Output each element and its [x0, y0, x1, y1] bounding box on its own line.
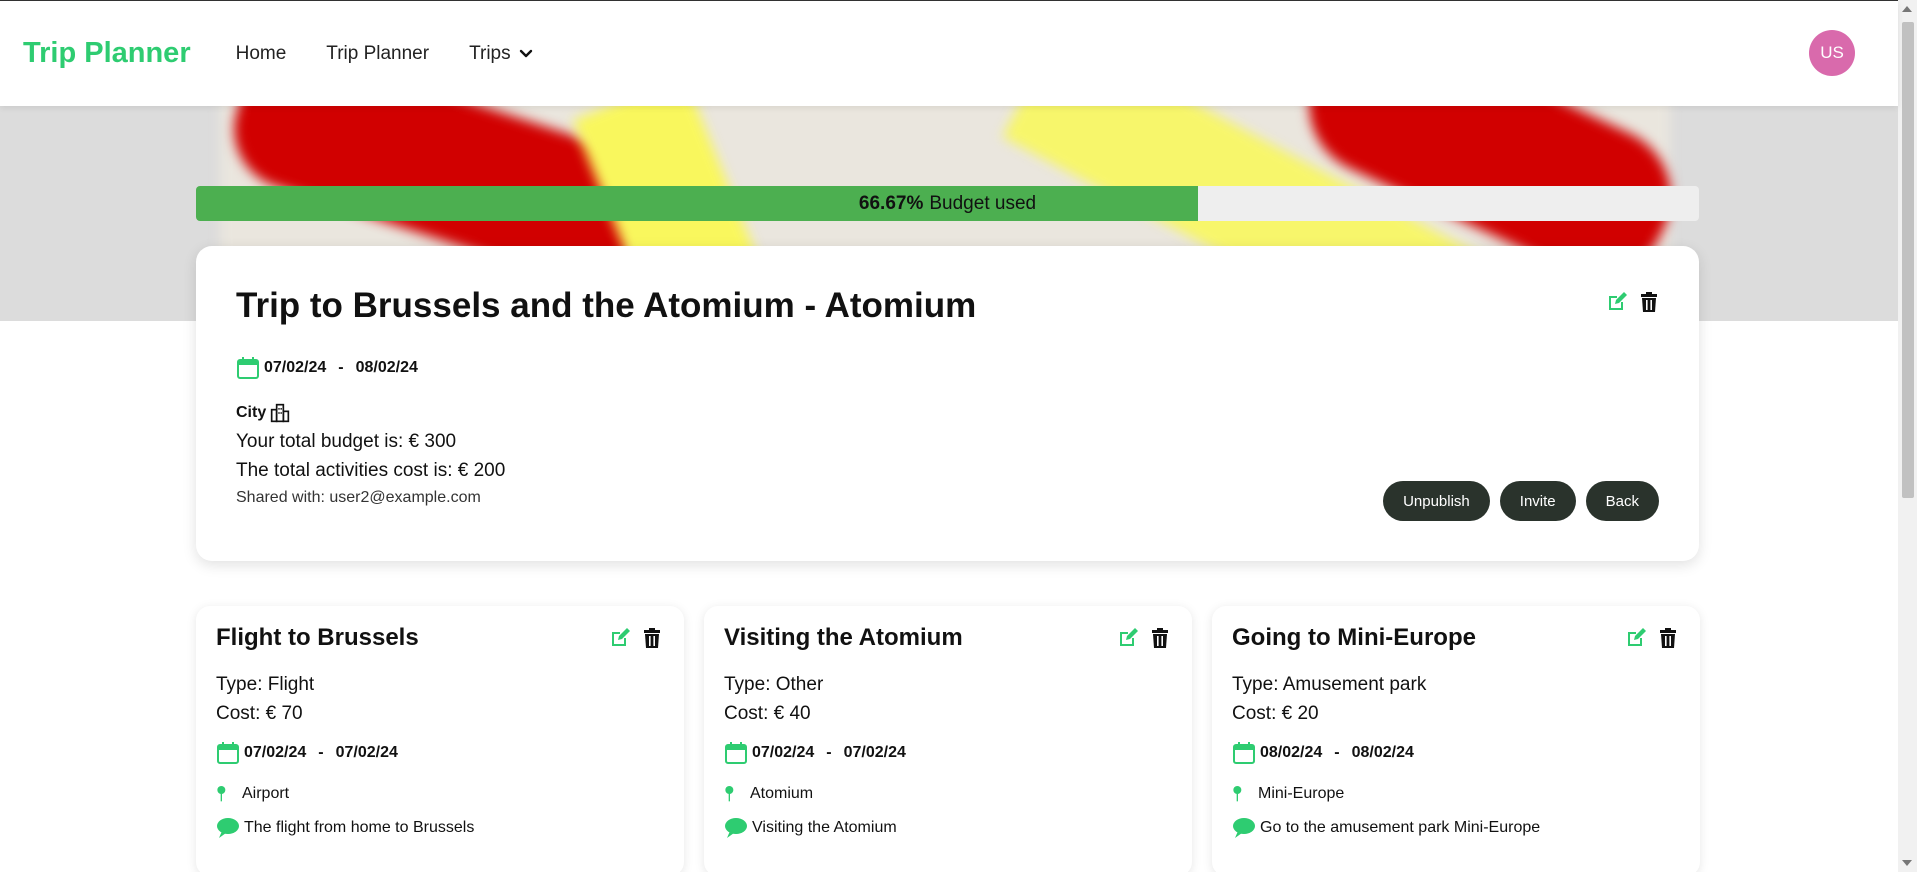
activity-description-text: Visiting the Atomium [752, 819, 897, 836]
budget-progress-text: 66.67% Budget used [196, 186, 1699, 221]
activity-cost: Cost: € 20 [1232, 703, 1319, 724]
navbar: Trip Planner Home Trip Planner Trips US [0, 1, 1898, 106]
activity-end-date: 08/02/24 [1351, 744, 1414, 761]
edit-icon[interactable] [1624, 626, 1648, 650]
trash-icon[interactable] [640, 626, 664, 650]
trip-type: City [236, 403, 290, 423]
activity-description: Visiting the Atomium [724, 816, 897, 840]
activity-location-text: Atomium [750, 785, 814, 802]
trip-start-date: 07/02/24 [264, 359, 327, 376]
scroll-up-arrow[interactable] [1902, 6, 1912, 12]
user-avatar[interactable]: US [1809, 30, 1855, 76]
activity-end-date: 07/02/24 [335, 744, 398, 761]
nav-home[interactable]: Home [236, 43, 287, 65]
budget-percent: 66.67% [858, 192, 924, 214]
nav-home-label: Home [235, 42, 287, 64]
activity-location: Mini-Europe [1232, 782, 1344, 806]
activity-location: Atomium [724, 782, 813, 806]
brand-logo[interactable]: Trip Planner [23, 37, 191, 70]
nav-trip-planner[interactable]: Trip Planner [326, 43, 429, 65]
edit-icon[interactable] [1605, 290, 1629, 314]
activity-end-date: 07/02/24 [843, 744, 906, 761]
activity-location: Airport [216, 782, 289, 806]
trip-buttons: Unpublish Invite Back [1383, 481, 1659, 521]
activity-type: Type: Amusement park [1232, 674, 1427, 695]
activity-card: Flight to Brussels Type: Flight Cost: € … [196, 606, 684, 872]
date-separator: - [318, 744, 324, 761]
unpublish-button[interactable]: Unpublish [1383, 481, 1490, 521]
activity-description-text: Go to the amusement park Mini-Europe [1260, 819, 1541, 836]
chevron-down-icon [519, 49, 532, 57]
trip-type-label: City [236, 404, 267, 421]
back-button[interactable]: Back [1585, 481, 1659, 521]
city-icon [271, 403, 290, 423]
activity-actions [1116, 626, 1172, 650]
date-separator: - [338, 359, 344, 376]
date-separator: - [1334, 744, 1340, 761]
date-separator: - [826, 744, 832, 761]
activity-title: Flight to Brussels [216, 624, 419, 651]
comment-icon [217, 818, 239, 838]
activity-cost: Cost: € 40 [724, 703, 811, 724]
activity-start-date: 07/02/24 [244, 744, 307, 761]
trash-icon[interactable] [1656, 626, 1680, 650]
activity-title: Going to Mini-Europe [1232, 624, 1476, 651]
calendar-icon [725, 742, 747, 764]
scroll-thumb[interactable] [1902, 22, 1914, 498]
budget-used-label: Budget used [929, 192, 1037, 214]
budget-progress-bar: 66.67% Budget used [196, 186, 1699, 221]
trash-icon[interactable] [1148, 626, 1172, 650]
calendar-icon [217, 742, 239, 764]
activity-description: The flight from home to Brussels [216, 816, 474, 840]
activity-start-date: 08/02/24 [1260, 744, 1323, 761]
activity-dates: 07/02/24 - 07/02/24 [724, 741, 906, 765]
activity-location-text: Airport [242, 785, 290, 802]
activity-card: Going to Mini-Europe Type: Amusement par… [1212, 606, 1700, 872]
calendar-icon [237, 357, 259, 379]
activity-start-date: 07/02/24 [752, 744, 815, 761]
activity-title: Visiting the Atomium [724, 624, 963, 651]
activity-actions [608, 626, 664, 650]
scroll-down-arrow[interactable] [1902, 860, 1912, 866]
trip-budget-text: Your total budget is: € 300 [236, 431, 457, 452]
activity-type: Type: Flight [216, 674, 315, 695]
activity-actions [1624, 626, 1680, 650]
nav-trips-label: Trips [469, 42, 511, 64]
activity-location-text: Mini-Europe [1258, 785, 1345, 802]
calendar-icon [1233, 742, 1255, 764]
nav-trip-planner-label: Trip Planner [326, 42, 430, 64]
edit-icon[interactable] [1116, 626, 1140, 650]
comment-icon [725, 818, 747, 838]
invite-button[interactable]: Invite [1499, 481, 1576, 521]
activity-cost: Cost: € 70 [216, 703, 303, 724]
nav-links: Home Trip Planner Trips [236, 43, 533, 65]
activity-type: Type: Other [724, 674, 824, 695]
trip-dates: 07/02/24 - 08/02/24 [236, 356, 418, 380]
nav-trips-dropdown[interactable]: Trips [469, 43, 533, 65]
trip-title: Trip to Brussels and the Atomium - Atomi… [236, 286, 977, 325]
comment-icon [1233, 818, 1255, 838]
activity-dates: 08/02/24 - 08/02/24 [1232, 741, 1414, 765]
activity-card: Visiting the Atomium Type: Other Cost: €… [704, 606, 1192, 872]
pin-icon [217, 786, 226, 802]
trip-shared-text: Shared with: user2@example.com [236, 489, 481, 506]
trip-cost-text: The total activities cost is: € 200 [236, 460, 506, 481]
activity-description: Go to the amusement park Mini-Europe [1232, 816, 1540, 840]
trip-end-date: 08/02/24 [355, 359, 418, 376]
page-scrollbar[interactable] [1898, 0, 1917, 872]
activity-dates: 07/02/24 - 07/02/24 [216, 741, 398, 765]
edit-icon[interactable] [608, 626, 632, 650]
pin-icon [725, 786, 734, 802]
pin-icon [1233, 786, 1242, 802]
trash-icon[interactable] [1637, 290, 1661, 314]
trip-actions [1605, 290, 1661, 314]
trip-card: Trip to Brussels and the Atomium - Atomi… [196, 246, 1699, 561]
activity-description-text: The flight from home to Brussels [244, 819, 475, 836]
